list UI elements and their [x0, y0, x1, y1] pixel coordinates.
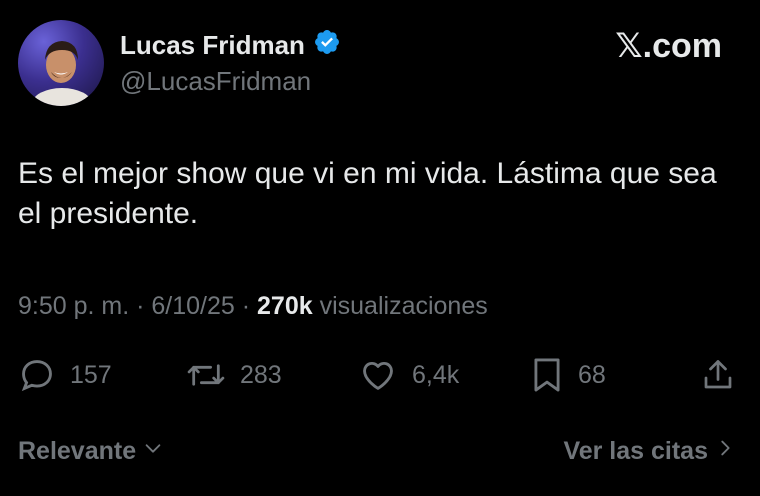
like-count: 6,4k — [412, 360, 460, 389]
tweet-date[interactable]: 6/10/25 — [151, 292, 234, 320]
quotes-label: Ver las citas — [563, 437, 708, 465]
share-button[interactable] — [700, 356, 736, 394]
repost-button[interactable]: 283 — [186, 356, 282, 394]
tweet-time[interactable]: 9:50 p. m. — [18, 292, 129, 320]
bookmark-button[interactable]: 68 — [530, 356, 606, 394]
tweet-meta: 9:50 p. m. · 6/10/25 · 270k visualizacio… — [18, 292, 488, 321]
like-icon[interactable] — [358, 356, 398, 394]
author-name-row[interactable]: Lucas Fridman — [120, 28, 341, 63]
meta-separator: · — [234, 292, 258, 320]
share-icon[interactable] — [700, 356, 736, 394]
views-label: visualizaciones — [312, 292, 488, 320]
reply-count: 157 — [70, 360, 112, 389]
chevron-down-icon — [142, 437, 164, 466]
bookmark-icon[interactable] — [530, 356, 564, 394]
bookmark-count: 68 — [578, 360, 606, 389]
like-button[interactable]: 6,4k — [358, 356, 459, 394]
x-logo-icon: 𝕏 — [615, 27, 643, 65]
view-count: 270k — [257, 292, 313, 320]
verified-icon — [313, 28, 341, 63]
chevron-right-icon — [714, 437, 736, 466]
repost-count: 283 — [240, 360, 282, 389]
author-handle[interactable]: @LucasFridman — [120, 66, 311, 97]
reply-icon[interactable] — [18, 356, 56, 394]
view-quotes-link[interactable]: Ver las citas — [563, 437, 736, 466]
meta-separator: · — [129, 292, 152, 320]
tweet-text: Es el mejor show que vi en mi vida. Lást… — [18, 157, 717, 230]
brand-domain: .com — [642, 26, 722, 65]
repost-icon[interactable] — [186, 356, 226, 394]
sort-dropdown[interactable]: Relevante — [18, 437, 164, 466]
sort-label: Relevante — [18, 437, 137, 465]
author-name[interactable]: Lucas Fridman — [120, 30, 305, 61]
avatar[interactable] — [18, 20, 104, 106]
brand-logo: 𝕏 .com — [615, 26, 722, 66]
reply-button[interactable]: 157 — [18, 356, 112, 394]
